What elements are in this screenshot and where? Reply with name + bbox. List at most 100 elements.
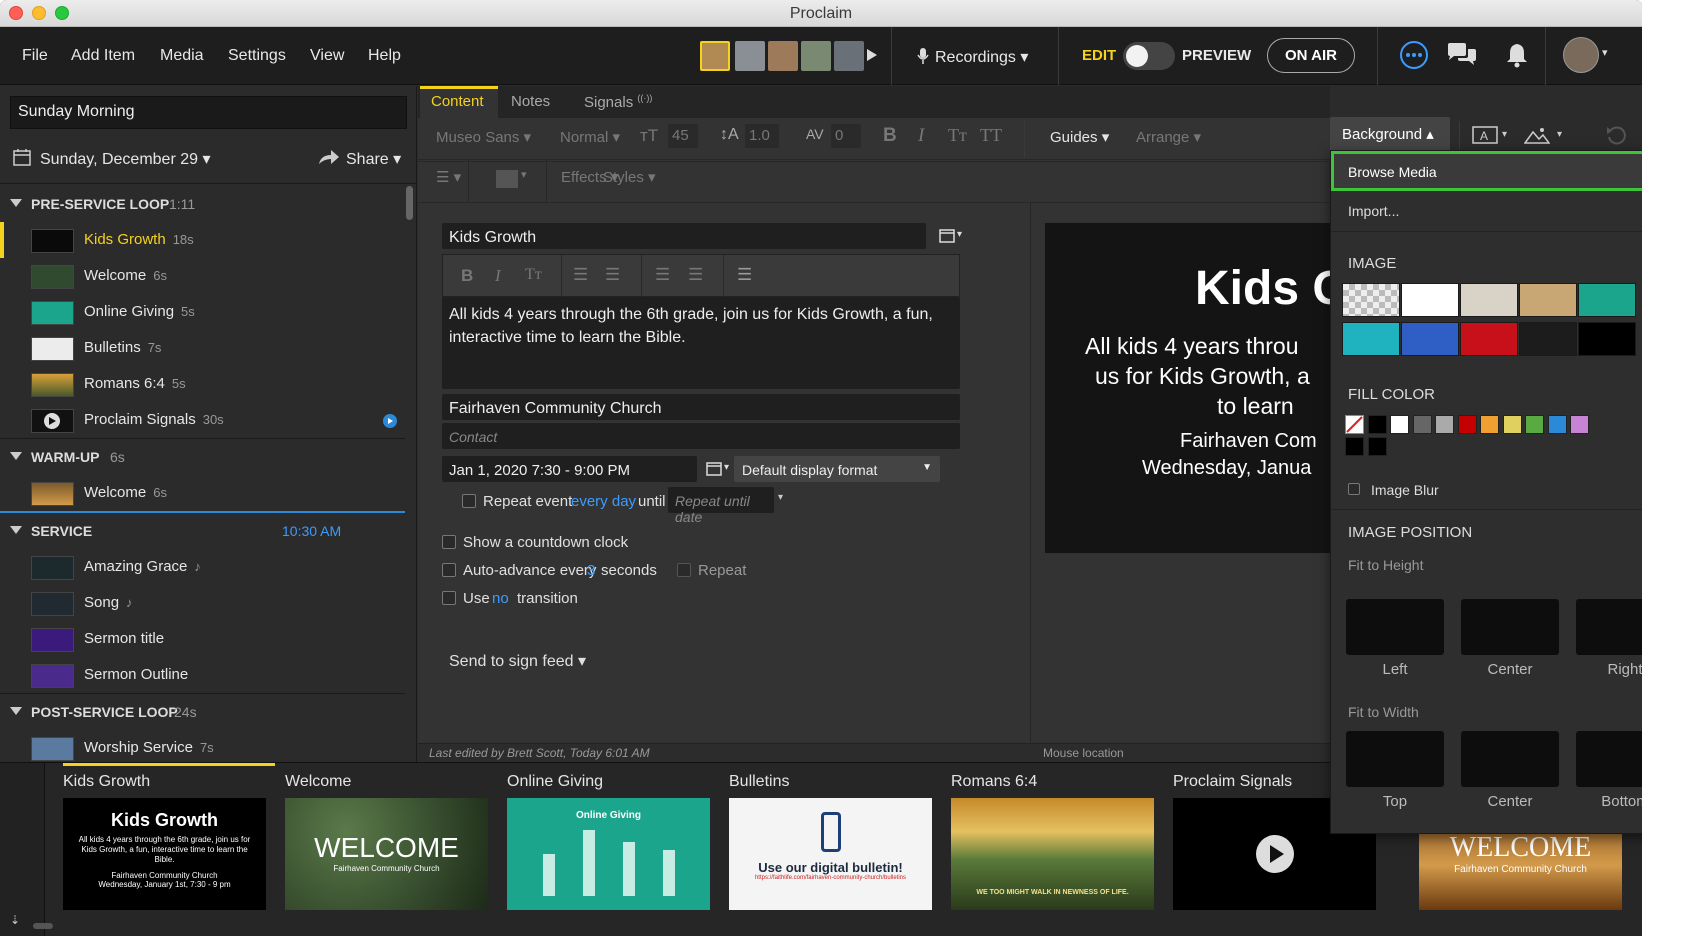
collapse-triangle-icon[interactable]	[10, 199, 22, 207]
fill-color-swatch[interactable]	[1435, 415, 1454, 434]
collapse-triangle-icon[interactable]	[10, 707, 22, 715]
list-item[interactable]: Welcome 6s	[0, 258, 405, 294]
repeat-checkbox[interactable]	[677, 563, 691, 577]
list-item[interactable]: Worship Service 7s	[0, 730, 405, 762]
auto-advance-checkbox[interactable]	[442, 563, 456, 577]
calendar-icon[interactable]	[939, 227, 955, 243]
undo-icon[interactable]	[1606, 125, 1626, 145]
small-caps-icon[interactable]: Tт	[948, 125, 967, 146]
expand-filmstrip-icon[interactable]: ⇣	[10, 913, 20, 927]
background-menu-button[interactable]: Background ▴	[1330, 117, 1450, 151]
slide-thumbnail[interactable]: Online Giving Online Giving	[494, 763, 710, 936]
menu-media[interactable]: Media	[160, 47, 204, 65]
fill-color-swatch[interactable]	[1570, 415, 1589, 434]
font-family-select[interactable]: Museo Sans ▾	[436, 128, 531, 146]
styles-menu[interactable]: Styles ▾	[603, 168, 656, 186]
send-to-sign-feed-menu[interactable]: Send to sign feed ▾	[449, 651, 586, 671]
list-item[interactable]: Sermon title	[0, 621, 405, 657]
fill-color-swatch[interactable]	[1480, 415, 1499, 434]
fill-color-swatch[interactable]	[1547, 415, 1567, 434]
italic-icon[interactable]: I	[495, 266, 501, 286]
arrange-menu[interactable]: Arrange ▾	[1136, 128, 1201, 146]
list-item[interactable]: Proclaim Signals 30s	[0, 402, 405, 438]
numbered-list-icon[interactable]: ☰	[605, 265, 620, 285]
image-swatch[interactable]	[1460, 283, 1518, 317]
share-menu[interactable]: Share ▾	[346, 149, 401, 169]
avatar[interactable]	[834, 41, 864, 71]
date-selector[interactable]: Sunday, December 29 ▾	[40, 149, 211, 169]
chevron-down-icon[interactable]: ▾	[957, 229, 962, 240]
list-item[interactable]: Romans 6:4 5s	[0, 366, 405, 402]
chevron-down-icon[interactable]: ▾	[521, 168, 527, 181]
slide-thumbnail[interactable]: Welcome WELCOME Fairhaven Community Chur…	[272, 763, 488, 936]
countdown-checkbox[interactable]	[442, 535, 456, 549]
list-item[interactable]: Bulletins 7s	[0, 330, 405, 366]
list-item[interactable]: Sermon Outline	[0, 657, 405, 693]
slide-thumbnail[interactable]: Romans 6:4 WE TOO MIGHT WALK IN NEWNESS …	[938, 763, 1154, 936]
list-item[interactable]: Online Giving 5s	[0, 294, 405, 330]
display-format-select[interactable]: Default display format ▼	[734, 456, 940, 482]
letter-spacing-input[interactable]: 0	[831, 124, 861, 148]
slide-thumbnail[interactable]: Bulletins Use our digital bulletin! http…	[716, 763, 932, 936]
chevron-down-icon[interactable]: ▾	[724, 462, 729, 473]
auto-advance-seconds-link[interactable]: 3	[587, 562, 595, 579]
bold-icon[interactable]: B	[883, 125, 897, 147]
font-size-input[interactable]: 45	[668, 124, 698, 148]
presentation-name-input[interactable]: Sunday Morning	[10, 96, 407, 129]
position-center-button[interactable]	[1461, 731, 1559, 787]
tab-content[interactable]: Content	[431, 86, 484, 118]
edit-preview-toggle[interactable]	[1123, 42, 1175, 70]
list-item[interactable]: Song ♪	[0, 585, 405, 621]
slide-body-textarea[interactable]: All kids 4 years through the 6th grade, …	[442, 297, 960, 389]
position-top-button[interactable]	[1346, 731, 1444, 787]
import-menu-item[interactable]: Import...	[1348, 203, 1399, 219]
repeat-frequency-link[interactable]: every day	[571, 493, 636, 510]
separator-icon[interactable]: ☰	[737, 265, 752, 285]
repeat-until-input[interactable]: Repeat until date	[668, 487, 774, 525]
slide-title-input[interactable]: Kids Growth	[442, 223, 926, 249]
section-pre-service-loop[interactable]: PRE-SERVICE LOOP 1:11	[0, 186, 405, 222]
image-swatch[interactable]	[1401, 283, 1459, 317]
small-caps-icon[interactable]: Tт	[525, 266, 542, 284]
align-menu[interactable]: ☰ ▾	[436, 168, 461, 186]
position-bottom-button[interactable]	[1576, 731, 1642, 787]
section-service[interactable]: SERVICE 10:30 AM	[0, 513, 405, 549]
position-center-button[interactable]	[1461, 599, 1559, 655]
chat-icon[interactable]	[1446, 42, 1478, 68]
image-swatch[interactable]	[1342, 322, 1400, 356]
fill-color-swatch[interactable]	[1367, 415, 1387, 434]
user-avatar[interactable]	[1563, 37, 1599, 73]
preview-label[interactable]: PREVIEW	[1182, 47, 1251, 64]
image-swatch[interactable]	[1519, 283, 1577, 317]
position-left-button[interactable]	[1346, 599, 1444, 655]
bullet-list-icon[interactable]: ☰	[573, 265, 588, 285]
slide-thumbnail[interactable]: Kids Growth Kids Growth All kids 4 years…	[50, 763, 275, 936]
fill-color-swatch[interactable]	[1502, 415, 1522, 434]
image-swatch[interactable]	[1578, 283, 1636, 317]
image-swatch[interactable]	[1578, 322, 1636, 356]
section-post-service-loop[interactable]: POST-SERVICE LOOP 24s	[0, 694, 405, 730]
fill-color-swatch[interactable]	[1367, 437, 1387, 456]
contact-input[interactable]: Contact	[442, 423, 960, 449]
fill-color-swatch[interactable]	[1345, 437, 1364, 456]
chevron-down-icon[interactable]: ▾	[1557, 129, 1562, 140]
more-options-icon[interactable]	[1399, 40, 1429, 70]
tab-signals[interactable]: Signals ((·))	[584, 86, 652, 118]
all-caps-icon[interactable]: TT	[980, 125, 1002, 146]
location-input[interactable]: Fairhaven Community Church	[442, 394, 960, 420]
play-icon[interactable]	[866, 48, 878, 62]
avatar[interactable]	[700, 41, 730, 71]
chevron-down-icon[interactable]: ▾	[778, 492, 783, 503]
list-item[interactable]: Welcome 6s	[0, 475, 405, 511]
transition-checkbox[interactable]	[442, 591, 456, 605]
fill-color-swatch[interactable]	[1412, 415, 1432, 434]
fill-color-swatch[interactable]	[1345, 415, 1364, 434]
fill-color-swatch[interactable]	[1525, 415, 1544, 434]
collapse-triangle-icon[interactable]	[10, 452, 22, 460]
browse-media-menu-item[interactable]: Browse Media	[1331, 151, 1642, 191]
event-datetime-input[interactable]: Jan 1, 2020 7:30 - 9:00 PM	[442, 456, 697, 482]
user-menu-chevron-icon[interactable]: ▾	[1602, 46, 1608, 59]
text-box-icon[interactable]: A	[1472, 126, 1498, 144]
image-swatch[interactable]	[1342, 283, 1400, 317]
image-blur-checkbox[interactable]	[1348, 483, 1360, 495]
